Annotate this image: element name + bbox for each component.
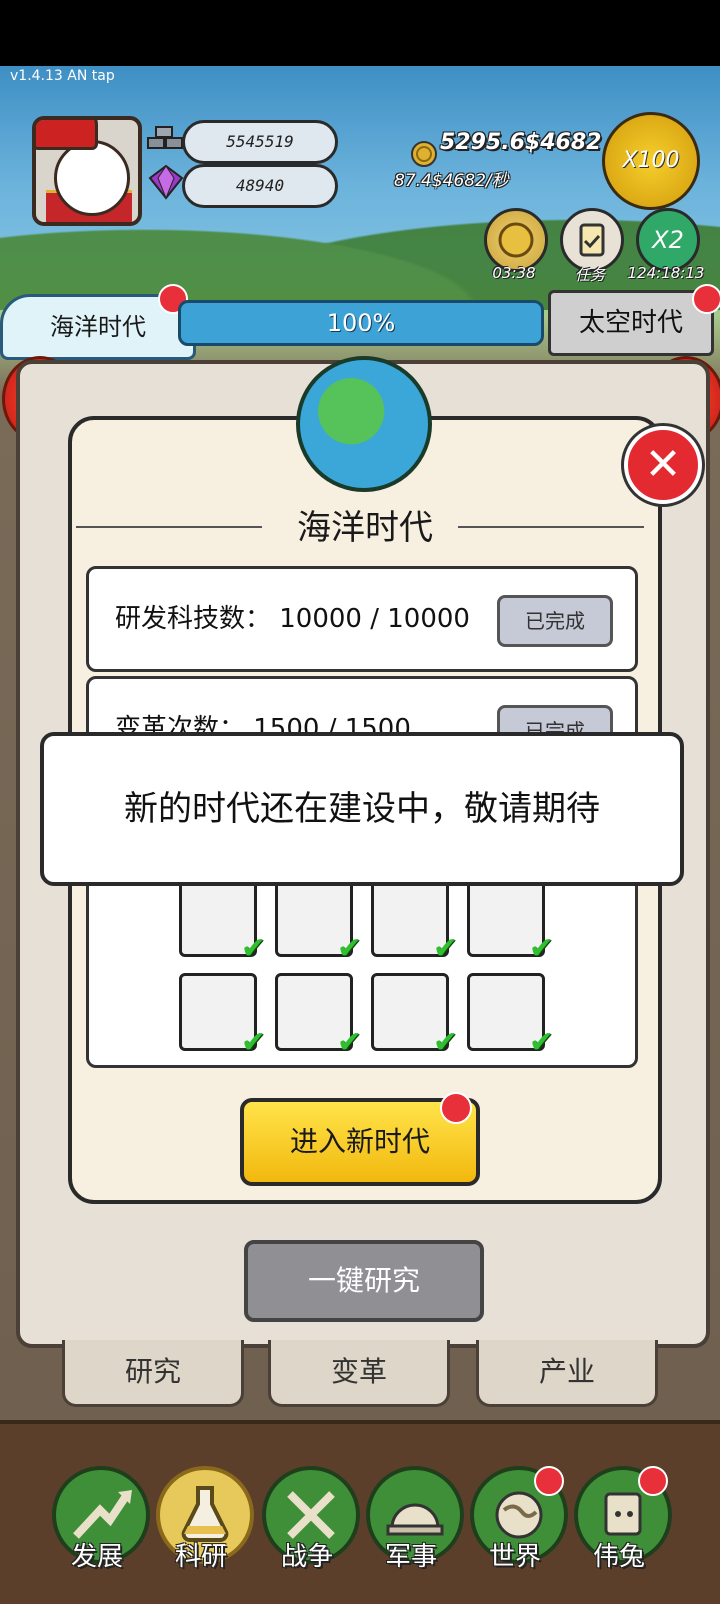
tab-industry[interactable]: 产业 — [476, 1340, 658, 1407]
purple-gem-icon — [148, 164, 184, 200]
nav-develop-label: 发展 — [70, 1542, 123, 1572]
nav-research-label: 科研 — [174, 1542, 227, 1572]
checkmark-icon: ✔ — [240, 931, 266, 966]
metal-bars-icon — [147, 126, 183, 149]
building-icon: ✔ — [275, 879, 362, 966]
coin-rate: 87.4$4682/秒 — [394, 171, 509, 191]
nav-military-label: 军事 — [384, 1542, 437, 1572]
x2-boost-button[interactable]: X2 — [636, 208, 700, 272]
task-clipboard-icon — [579, 223, 605, 257]
coin-total: 5295.6$4682 — [440, 130, 602, 155]
avatar-hat — [36, 120, 98, 150]
tab-research[interactable]: 研究 — [62, 1340, 244, 1407]
nav-world-label: 世界 — [488, 1542, 541, 1572]
coin-stack-button[interactable] — [484, 208, 548, 272]
coin-stack-icon — [498, 222, 534, 258]
building-grid: ✔ ✔ ✔ ✔ ✔ ✔ ✔ ✔ — [86, 866, 638, 1068]
status-bar — [0, 0, 720, 66]
x2-boost-icon: X2 — [652, 226, 684, 254]
x100-button[interactable]: X100 — [602, 112, 700, 210]
ocean-era-globe-icon — [296, 356, 432, 492]
ufo-icon: ✔ — [371, 973, 458, 1060]
requirement-row-tech: 研发科技数： 10000 / 10000 已完成 — [86, 566, 638, 672]
tab-reform[interactable]: 变革 — [268, 1340, 450, 1407]
space-station-icon: ✔ — [275, 973, 362, 1060]
nav-war-label: 战争 — [280, 1542, 333, 1572]
coin-icon — [411, 141, 437, 167]
gem-counter: 48940 — [182, 164, 338, 208]
lunar-lander-icon: ✔ — [371, 879, 458, 966]
world-notification-dot — [534, 1466, 564, 1496]
checkmark-icon: ✔ — [528, 1025, 554, 1060]
completed-button[interactable]: 已完成 — [497, 595, 613, 647]
metal-counter: 5545519 — [182, 120, 338, 164]
satellite-icon: ✔ — [467, 973, 554, 1060]
toast-message: 新的时代还在建设中，敬请期待 — [40, 732, 684, 886]
checkmark-icon: ✔ — [240, 1025, 266, 1060]
player-avatar[interactable] — [32, 116, 142, 226]
next-era-notification-dot — [692, 284, 720, 314]
coin-timer: 03:38 — [492, 264, 536, 282]
close-icon[interactable]: ✕ — [624, 426, 702, 504]
tower-icon: ✔ — [467, 879, 554, 966]
robot-icon: ✔ — [179, 973, 266, 1060]
rabbit-notification-dot — [638, 1466, 668, 1496]
opera-house-icon: ✔ — [179, 879, 266, 966]
checkmark-icon: ✔ — [432, 931, 458, 966]
checkmark-icon: ✔ — [528, 931, 554, 966]
next-era-button[interactable]: 太空时代 — [548, 290, 714, 356]
avatar-face — [54, 140, 130, 216]
era-progress-bar: 100% — [178, 300, 544, 346]
checkmark-icon: ✔ — [336, 931, 362, 966]
version-label: v1.4.13 AN tap — [10, 68, 115, 84]
x2-timer: 124:18:13 — [627, 264, 705, 282]
requirement-tech-label: 研发科技数： 10000 / 10000 — [115, 604, 470, 634]
modal-title: 海洋时代 — [297, 508, 433, 548]
enter-notification-dot — [440, 1092, 472, 1124]
one-click-research-button[interactable]: 一键研究 — [244, 1240, 484, 1322]
checkmark-icon: ✔ — [432, 1025, 458, 1060]
nav-rabbit-label: 伟兔 — [592, 1542, 645, 1572]
checkmark-icon: ✔ — [336, 1025, 362, 1060]
task-button[interactable] — [560, 208, 624, 272]
